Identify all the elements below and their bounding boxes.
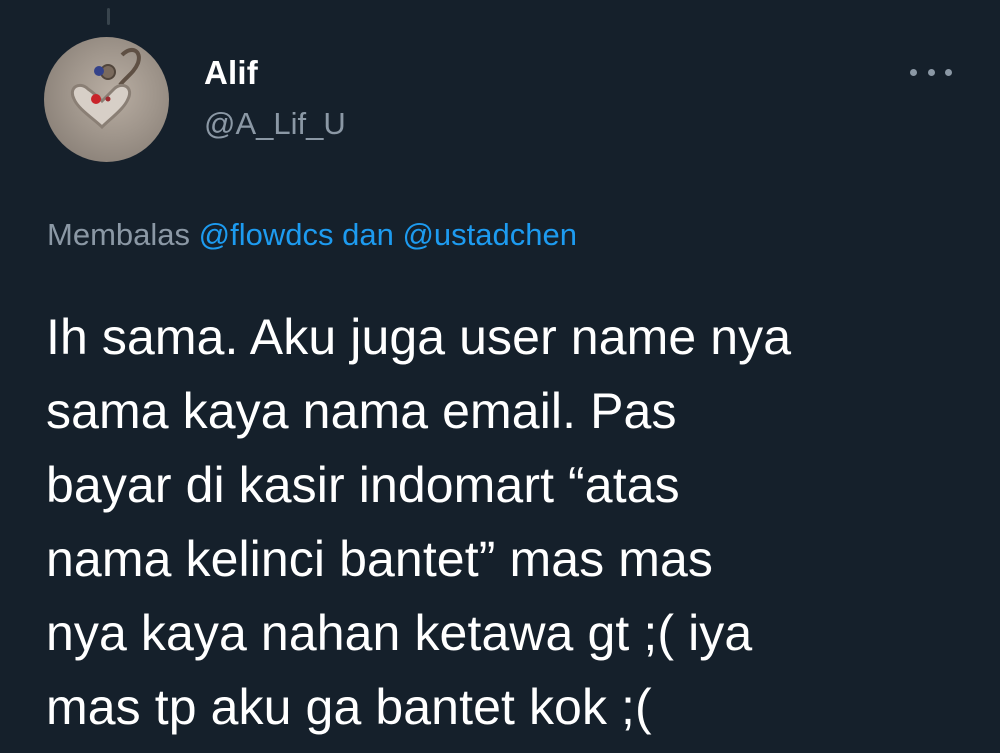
thread-connector-line xyxy=(107,8,110,25)
reply-prefix: Membalas xyxy=(47,217,190,252)
more-dot xyxy=(927,68,935,76)
more-dot xyxy=(910,68,917,76)
user-handle[interactable]: @A_Lif_U xyxy=(204,106,346,142)
avatar-image xyxy=(71,47,141,130)
more-dot xyxy=(945,68,952,76)
tweet-text: Ih sama. Aku juga user name nya sama kay… xyxy=(46,309,792,735)
more-horizontal-icon[interactable] xyxy=(910,62,952,82)
mention-link-ustadchen[interactable]: @ustadchen xyxy=(402,217,577,252)
display-name[interactable]: Alif xyxy=(204,54,258,92)
avatar[interactable] xyxy=(44,37,169,162)
reply-context: Membalas @flowdcs dan @ustadchen xyxy=(47,217,577,253)
reply-connector: dan xyxy=(342,217,394,252)
mention-link-flowdcs[interactable]: @flowdcs xyxy=(199,217,334,252)
